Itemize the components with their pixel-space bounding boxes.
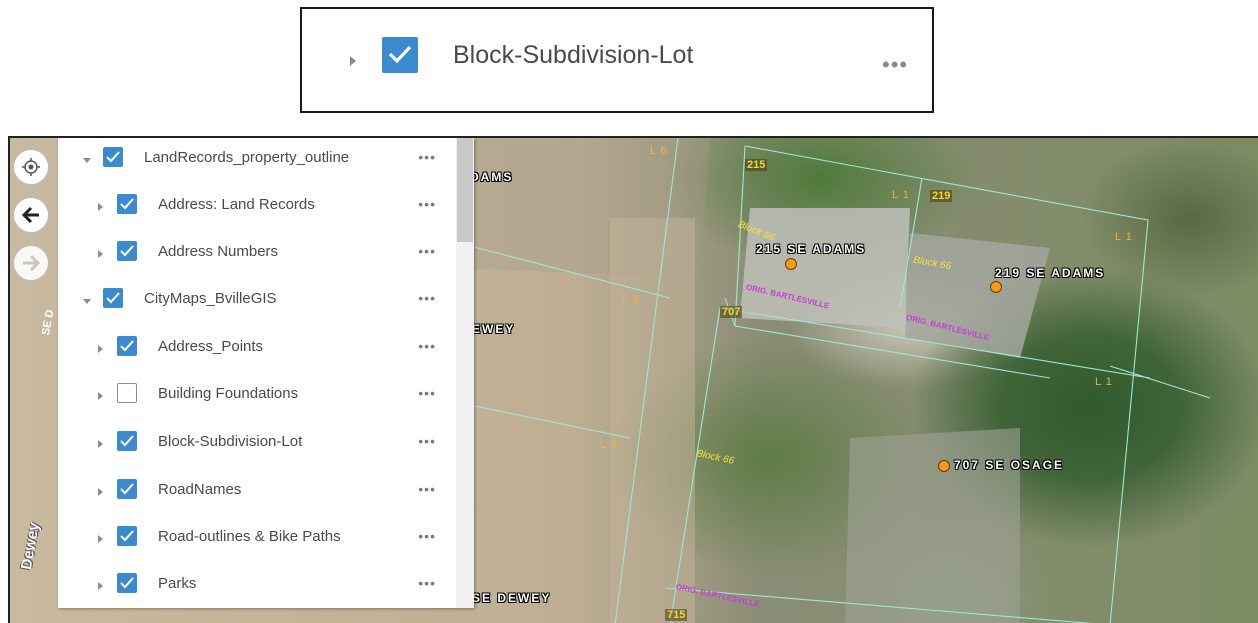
more-options-icon[interactable]: ••• bbox=[418, 339, 436, 353]
layer-label: Block-Subdivision-Lot bbox=[158, 433, 303, 450]
checkmark-icon bbox=[106, 151, 120, 163]
address-label: 707 SE OSAGE bbox=[954, 458, 1065, 472]
more-options-icon[interactable]: ••• bbox=[418, 482, 436, 496]
target-icon bbox=[22, 158, 40, 176]
address-point-icon[interactable] bbox=[990, 281, 1002, 293]
address-point-icon[interactable] bbox=[938, 460, 950, 472]
locate-button[interactable] bbox=[14, 150, 48, 184]
lot-label: L 3 bbox=[600, 439, 618, 451]
layer-checkbox[interactable] bbox=[117, 194, 137, 214]
lot-label: L 1 bbox=[1095, 376, 1113, 388]
layer-checkbox[interactable] bbox=[117, 336, 137, 356]
layer-label: Parks bbox=[158, 575, 197, 592]
more-options-icon[interactable]: ••• bbox=[418, 386, 436, 400]
layer-callout: Block-Subdivision-Lot ••• bbox=[300, 7, 934, 113]
layer-label: LandRecords_property_outline bbox=[144, 149, 350, 166]
more-options-icon[interactable]: ••• bbox=[882, 54, 908, 76]
road-label: EWEY bbox=[472, 322, 516, 336]
layer-row[interactable]: Block-Subdivision-Lot ••• bbox=[58, 424, 456, 470]
layer-row[interactable]: LandRecords_property_outline ••• bbox=[58, 140, 456, 186]
more-options-icon[interactable]: ••• bbox=[418, 150, 436, 164]
checkmark-icon bbox=[106, 292, 120, 304]
layer-row[interactable]: CityMaps_BvilleGIS ••• bbox=[58, 281, 456, 327]
more-options-icon[interactable]: ••• bbox=[418, 576, 436, 590]
arrow-left-icon bbox=[21, 206, 39, 224]
parcel-number: 715 bbox=[665, 609, 688, 621]
layer-row[interactable]: Parks ••• bbox=[58, 566, 456, 608]
layer-label: Block-Subdivision-Lot bbox=[453, 41, 694, 69]
lot-label: L 6 bbox=[622, 294, 640, 306]
forward-button[interactable] bbox=[14, 246, 48, 280]
expand-arrow-icon[interactable] bbox=[98, 345, 103, 353]
layer-row[interactable]: Address Numbers ••• bbox=[58, 234, 456, 280]
checkmark-icon bbox=[120, 245, 134, 257]
road-label: DAMS bbox=[470, 170, 514, 184]
layer-row[interactable]: Building Foundations ••• bbox=[58, 376, 456, 422]
more-options-icon[interactable]: ••• bbox=[418, 434, 436, 448]
expand-arrow-icon[interactable] bbox=[350, 56, 356, 66]
expand-arrow-icon[interactable] bbox=[98, 203, 103, 211]
expand-arrow-icon[interactable] bbox=[98, 535, 103, 543]
layer-label: CityMaps_BvilleGIS bbox=[144, 290, 277, 307]
layer-label: Address_Points bbox=[158, 338, 264, 355]
layer-row[interactable]: Address: Land Records ••• bbox=[58, 187, 456, 233]
layer-label: Address: Land Records bbox=[158, 196, 315, 213]
address-label: 219 SE ADAMS bbox=[995, 266, 1106, 280]
checkmark-icon bbox=[120, 577, 134, 589]
layer-checkbox[interactable] bbox=[103, 288, 123, 308]
lot-label: L 6 bbox=[650, 145, 668, 157]
more-options-icon[interactable]: ••• bbox=[418, 197, 436, 211]
back-button[interactable] bbox=[14, 198, 48, 232]
layer-label: Building Foundations bbox=[158, 385, 299, 402]
layer-row[interactable]: Address_Points ••• bbox=[58, 329, 456, 375]
checkmark-icon bbox=[388, 45, 412, 64]
layer-checkbox[interactable] bbox=[103, 147, 123, 167]
scrollbar[interactable] bbox=[456, 138, 474, 608]
layer-checkbox[interactable] bbox=[117, 479, 137, 499]
layer-checkbox[interactable] bbox=[117, 241, 137, 261]
lot-label: L 1 bbox=[892, 189, 910, 201]
layer-checkbox[interactable] bbox=[117, 431, 137, 451]
address-point-icon[interactable] bbox=[785, 258, 797, 270]
map-view[interactable]: DAMS EWEY SE DEWEY 215 219 707 715 L 6 L… bbox=[8, 136, 1258, 623]
more-options-icon[interactable]: ••• bbox=[418, 244, 436, 258]
checkmark-icon bbox=[120, 530, 134, 542]
layer-row[interactable]: Road-outlines & Bike Paths ••• bbox=[58, 519, 456, 565]
checkmark-icon bbox=[120, 340, 134, 352]
layer-checkbox[interactable] bbox=[382, 37, 418, 73]
expand-arrow-icon[interactable] bbox=[98, 488, 103, 496]
more-options-icon[interactable]: ••• bbox=[418, 291, 436, 305]
layer-label: Address Numbers bbox=[158, 243, 279, 260]
parcel-number: 707 bbox=[720, 306, 743, 318]
collapse-arrow-icon[interactable] bbox=[83, 299, 91, 304]
parcel-number: 215 bbox=[745, 159, 768, 171]
more-options-icon[interactable]: ••• bbox=[418, 529, 436, 543]
arrow-right-icon bbox=[23, 254, 41, 272]
checkmark-icon bbox=[120, 198, 134, 210]
checkmark-icon bbox=[120, 435, 134, 447]
layer-row[interactable]: RoadNames ••• bbox=[58, 472, 456, 518]
parcel-number: 219 bbox=[930, 190, 953, 202]
expand-arrow-icon[interactable] bbox=[98, 582, 103, 590]
expand-arrow-icon[interactable] bbox=[98, 392, 103, 400]
expand-arrow-icon[interactable] bbox=[98, 440, 103, 448]
layer-checkbox[interactable] bbox=[117, 383, 137, 403]
expand-arrow-icon[interactable] bbox=[98, 250, 103, 258]
layer-label: RoadNames bbox=[158, 481, 242, 498]
collapse-arrow-icon[interactable] bbox=[83, 158, 91, 163]
checkmark-icon bbox=[120, 483, 134, 495]
layer-checkbox[interactable] bbox=[117, 573, 137, 593]
address-label: 215 SE ADAMS bbox=[756, 242, 867, 256]
road-label: SE DEWEY bbox=[472, 591, 552, 605]
lot-label: L 1 bbox=[1115, 231, 1133, 243]
layer-list-panel: LandRecords_property_outline ••• Address… bbox=[58, 138, 474, 608]
layer-label: Road-outlines & Bike Paths bbox=[158, 528, 341, 545]
layer-checkbox[interactable] bbox=[117, 526, 137, 546]
scrollbar-thumb[interactable] bbox=[457, 138, 473, 242]
